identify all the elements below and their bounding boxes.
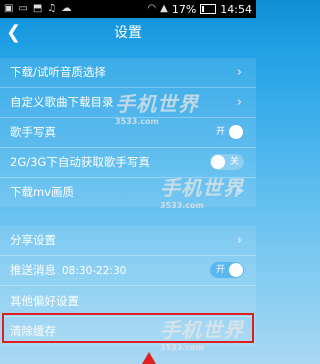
- setting-row-share[interactable]: 分享设置 ›: [0, 226, 256, 256]
- chevron-right-icon: ›: [236, 95, 242, 110]
- page-title: 设置: [114, 25, 142, 41]
- watermark: 手机世界 3533.com: [160, 172, 244, 210]
- battery-icon: [200, 4, 217, 14]
- watermark-main: 手机世界: [115, 92, 199, 116]
- wifi-icon: ◠: [147, 3, 157, 14]
- screen-icon: ▭: [18, 3, 28, 14]
- shirt-icon: ⬒: [32, 3, 43, 14]
- watermark-sub: 3533.com: [160, 201, 204, 210]
- setting-row-quality[interactable]: 下载/试听音质选择 ›: [0, 58, 256, 88]
- watermark-sub: 3533.com: [160, 343, 204, 352]
- setting-row-other-preferences[interactable]: 其他偏好设置: [0, 287, 256, 317]
- setting-label: 下载/试听音质选择: [10, 65, 106, 79]
- clock: 14:54: [220, 2, 252, 16]
- setting-label: 推送消息 08:30-22:30: [10, 256, 126, 286]
- setting-label: 分享设置: [10, 233, 56, 247]
- chevron-right-icon: ›: [236, 65, 242, 80]
- toggle-text: 关: [229, 157, 239, 167]
- setting-row-push: 推送消息 08:30-22:30 开: [0, 256, 256, 286]
- watermark-main: 手机世界: [160, 176, 244, 200]
- toggle-knob: [229, 263, 243, 277]
- setting-label: 其他偏好设置: [10, 294, 79, 308]
- push-label: 推送消息: [10, 263, 56, 277]
- auto-photo-toggle[interactable]: 关: [210, 154, 244, 170]
- toggle-knob: [229, 125, 243, 139]
- toggle-text: 开: [216, 127, 226, 137]
- watermark-main: 手机世界: [160, 318, 244, 342]
- setting-label: 下载mv画质: [10, 185, 75, 199]
- setting-label: 2G/3G下自动获取歌手写真: [10, 155, 150, 169]
- watermark-sub: 3533.com: [115, 117, 159, 126]
- battery-percent: 17%: [171, 2, 197, 16]
- watermark: 手机世界 3533.com: [160, 314, 244, 352]
- pointer-arrow: [142, 352, 156, 364]
- toggle-knob: [211, 155, 225, 169]
- status-bar: ▣ ▭ ⬒ ♫ ☁ ◠ ▲ 17% 14:54: [0, 0, 256, 18]
- title-bar: ❮ 设置: [0, 18, 256, 48]
- cloud-icon: ☁: [61, 3, 72, 14]
- push-time: 08:30-22:30: [62, 265, 127, 277]
- toggle-text: 开: [216, 265, 226, 275]
- headphones-icon: ♫: [47, 3, 57, 14]
- image-icon: ▣: [4, 3, 14, 14]
- watermark: 手机世界 3533.com: [115, 88, 199, 126]
- chevron-right-icon: ›: [236, 233, 242, 248]
- signal-icon: ▲: [160, 3, 168, 14]
- setting-label: 清除缓存: [10, 324, 56, 338]
- setting-label: 歌手写真: [10, 125, 56, 139]
- setting-label: 自定义歌曲下载目录: [10, 95, 114, 109]
- artist-photo-toggle[interactable]: 开: [210, 124, 244, 140]
- push-toggle[interactable]: 开: [210, 262, 244, 278]
